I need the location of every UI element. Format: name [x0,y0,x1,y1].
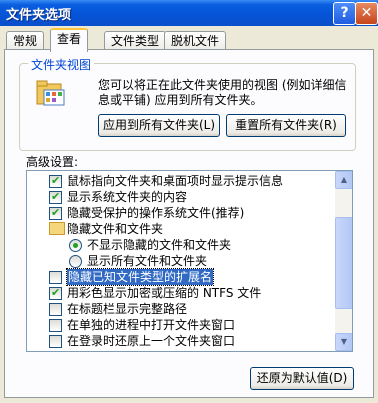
folder-views-description: 您可以将正在此文件夹使用的视图 (例如详细信息或平铺) 应用到所有文件夹。 [98,78,347,107]
window-title: 文件夹选项 [6,8,72,23]
scrollbar[interactable]: ▲ ▼ [335,171,352,351]
advanced-settings-list: 鼠标指向文件夹和桌面项时显示提示信息 显示系统文件夹的内容 隐藏受保护的操作系统… [26,170,353,352]
radio-button[interactable] [69,255,82,268]
close-button[interactable]: ✕ [355,2,378,25]
checkbox[interactable] [49,335,62,348]
scroll-up-icon[interactable]: ▲ [335,171,352,189]
folder-view-icon [34,78,68,108]
checkbox[interactable] [49,205,62,221]
radio-button[interactable] [69,239,82,252]
checkbox[interactable] [49,173,62,189]
folder-views-legend: 文件夹视图 [28,56,95,73]
title-bar: 文件夹选项 ? ✕ [0,0,378,26]
reset-all-folders-button[interactable]: 重置所有文件夹(R) [226,114,346,137]
tab-offline-files[interactable]: 脱机文件 [164,31,227,50]
checkbox[interactable] [49,319,62,332]
scrollbar-thumb[interactable] [335,217,352,309]
checkbox[interactable] [49,271,62,284]
tab-view[interactable]: 查看 [50,28,89,52]
restore-defaults-button[interactable]: 还原为默认值(D) [250,367,354,390]
tab-general[interactable]: 常规 [6,31,45,50]
advanced-settings-label: 高级设置: [26,155,79,169]
tab-file-types[interactable]: 文件类型 [104,31,167,50]
tab-bar: 常规 查看 文件类型 脱机文件 [0,28,378,52]
apply-to-all-folders-button[interactable]: 应用到所有文件夹(L) [98,114,220,137]
help-button[interactable]: ? [333,2,356,25]
checkbox[interactable] [49,285,62,301]
folder-icon [49,222,65,235]
scroll-down-icon[interactable]: ▼ [335,333,352,351]
checkbox[interactable] [49,303,62,316]
checkbox[interactable] [49,189,62,205]
